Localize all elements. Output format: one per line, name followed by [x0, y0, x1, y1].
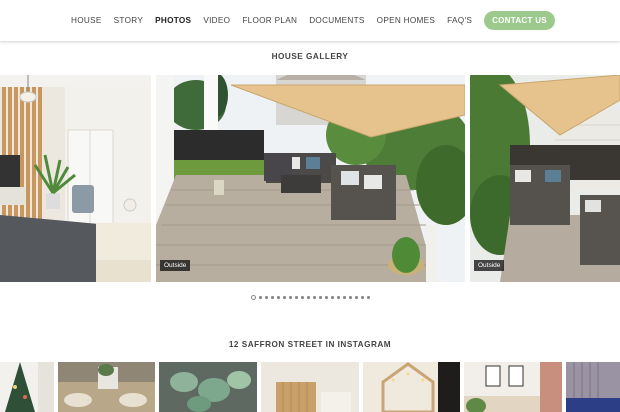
- gallery-dot[interactable]: [259, 296, 262, 299]
- top-navigation: HOUSE STORY PHOTOS VIDEO FLOOR PLAN DOCU…: [0, 0, 620, 41]
- house-gallery-carousel[interactable]: Outside Outside: [0, 75, 620, 282]
- gallery-dot[interactable]: [271, 296, 274, 299]
- gallery-dot[interactable]: [289, 296, 292, 299]
- gallery-dot[interactable]: [277, 296, 280, 299]
- gallery-dot[interactable]: [343, 296, 346, 299]
- gallery-dot[interactable]: [325, 296, 328, 299]
- contact-us-button[interactable]: CONTACT US: [484, 11, 555, 30]
- gallery-pagination: [0, 295, 620, 300]
- nav-item-story[interactable]: STORY: [108, 16, 149, 25]
- gallery-dot[interactable]: [355, 296, 358, 299]
- nav-menu: HOUSE STORY PHOTOS VIDEO FLOOR PLAN DOCU…: [65, 11, 555, 30]
- instagram-feed: [0, 362, 620, 412]
- slide-caption: Outside: [474, 260, 505, 271]
- instagram-thumb-wood-interior[interactable]: [261, 362, 359, 412]
- gallery-dot[interactable]: [337, 296, 340, 299]
- gallery-title: HOUSE GALLERY: [271, 52, 349, 61]
- gallery-dot[interactable]: [313, 296, 316, 299]
- instagram-thumb-christmas-tree[interactable]: [0, 362, 54, 412]
- gallery-dot[interactable]: [349, 296, 352, 299]
- gallery-slide-outside-garden[interactable]: Outside: [470, 75, 620, 282]
- gallery-dot[interactable]: [250, 295, 256, 300]
- gallery-dot[interactable]: [283, 296, 286, 299]
- living-room-photo: [0, 75, 151, 282]
- instagram-thumb-bedroom[interactable]: [464, 362, 562, 412]
- gallery-dot[interactable]: [265, 296, 268, 299]
- instagram-thumb-dining-table[interactable]: [58, 362, 155, 412]
- gallery-dot[interactable]: [307, 296, 310, 299]
- nav-item-documents[interactable]: DOCUMENTS: [303, 16, 370, 25]
- gallery-dot[interactable]: [295, 296, 298, 299]
- gallery-dot[interactable]: [319, 296, 322, 299]
- gallery-dot[interactable]: [301, 296, 304, 299]
- instagram-thumb-succulents[interactable]: [159, 362, 257, 412]
- outside-deck-photo: [156, 75, 465, 282]
- nav-item-house[interactable]: HOUSE: [65, 16, 108, 25]
- nav-item-video[interactable]: VIDEO: [197, 16, 236, 25]
- nav-item-open-homes[interactable]: OPEN HOMES: [371, 16, 442, 25]
- nav-item-faqs[interactable]: FAQ'S: [441, 16, 478, 25]
- nav-item-floor-plan[interactable]: FLOOR PLAN: [236, 16, 303, 25]
- gallery-slide-outside-deck[interactable]: Outside: [156, 75, 465, 282]
- gallery-dot[interactable]: [361, 296, 364, 299]
- slide-caption: Outside: [160, 260, 191, 271]
- gallery-slide-living-room[interactable]: [0, 75, 151, 282]
- instagram-thumb-kids-room[interactable]: [363, 362, 460, 412]
- gallery-dot[interactable]: [331, 296, 334, 299]
- gallery-dot[interactable]: [367, 296, 370, 299]
- instagram-title: 12 SAFFRON STREET IN INSTAGRAM: [228, 340, 392, 349]
- outside-garden-photo: [470, 75, 620, 282]
- nav-item-photos[interactable]: PHOTOS: [149, 16, 197, 25]
- instagram-thumb-blue-room[interactable]: [566, 362, 620, 412]
